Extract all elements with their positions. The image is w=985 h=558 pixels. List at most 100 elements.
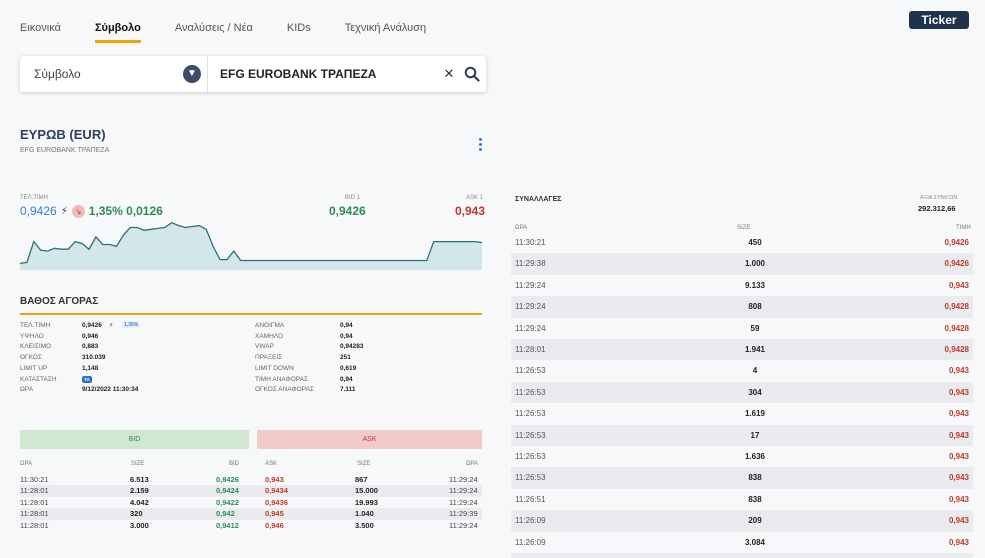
- orderbook-cell: 11:29:39: [449, 509, 478, 519]
- trades-column-header: SIZE: [737, 225, 751, 231]
- trade-time: 11:26:51: [515, 494, 546, 504]
- orderbook-cell: 0,9424: [216, 486, 239, 496]
- trade-size: 17: [750, 430, 760, 440]
- trade-price: 0,943: [948, 387, 969, 397]
- search-type-select[interactable]: Σύμβολο ▼: [20, 56, 208, 92]
- bid1-price: 0,9426: [329, 204, 366, 218]
- stat-value: 251: [340, 354, 351, 362]
- stat-label: VWAP: [255, 343, 274, 351]
- trades-title: ΣΥΝΑΛΛΑΓΕΣ: [515, 196, 562, 203]
- bolt-icon: ⚡: [60, 205, 68, 217]
- trend-down-icon: ↘: [71, 204, 85, 218]
- orderbook-cell: 0,9436: [265, 497, 288, 507]
- ask1-price: 0,943: [455, 204, 486, 218]
- stat-label: ΚΛΕΙΣΙΜΟ: [20, 343, 52, 351]
- orderbook-row: 11:28:01 2.159 0,9424 0,9434 15.000 11:29:24: [20, 485, 482, 497]
- stat-value: 0,9426: [82, 322, 102, 329]
- trade-price: 0,9426: [944, 238, 969, 247]
- ticker-button[interactable]: Ticker: [909, 11, 969, 29]
- orderbook-column-header: ΩΡΑ: [466, 461, 479, 467]
- trade-row: 11:26:53 304 0,943: [511, 381, 973, 404]
- stat-label: ΠΡΑΞΕΙΣ: [255, 354, 283, 362]
- stat-label: LIMIT UP: [20, 364, 48, 372]
- trade-price: 0,943: [948, 280, 969, 290]
- orderbook-cell: 4.042: [130, 497, 149, 507]
- trade-size: 3.084: [744, 537, 766, 547]
- trade-size: 1.619: [744, 409, 766, 419]
- trade-row: 11:30:21 450 0,9426: [511, 232, 973, 253]
- trades-column-header: ΩΡΑ: [515, 225, 528, 231]
- trade-price: 0,9426: [944, 259, 969, 269]
- tab-analyses-news[interactable]: Αναλύσεις / Νέα: [175, 22, 253, 43]
- chevron-down-icon[interactable]: ▼: [183, 65, 201, 83]
- trade-price: 0,9428: [944, 345, 969, 354]
- trade-size: 1.636: [744, 452, 766, 461]
- trade-size: 9.133: [744, 280, 766, 290]
- trade-time: 11:29:38: [515, 259, 546, 269]
- search-icon[interactable]: [458, 56, 486, 92]
- tab-symbol[interactable]: Σύμβολο: [94, 22, 141, 43]
- orderbook-row: 11:30:21 6.513 0,9426 0,943 867 11:29:24: [20, 474, 482, 486]
- trade-price: 0,9428: [944, 323, 969, 333]
- orderbook-cell: 0,9426: [216, 475, 239, 484]
- trade-size: 304: [748, 387, 762, 397]
- symbol-title: ΕΥΡΩΒ (EUR): [20, 127, 106, 142]
- trade-row: 11:29:24 59 0,9428: [511, 318, 973, 339]
- trade-size: 450: [748, 238, 762, 247]
- orderbook-cell: 11:29:24: [449, 475, 478, 484]
- trade-price: 0,943: [948, 452, 969, 461]
- orderbook-cell: 0,9434: [265, 486, 288, 496]
- trade-size: 808: [748, 302, 762, 312]
- orderbook-cell: 2.159: [130, 486, 149, 496]
- status-badge-text: TA: [82, 375, 92, 383]
- orderbook-cell: 11:30:21: [20, 475, 49, 484]
- stat-value: 0,94: [340, 375, 353, 383]
- stat-value: 7.111: [340, 386, 356, 394]
- trade-row: 11:28:01 1.941 0,9428: [511, 339, 973, 361]
- trade-size: 838: [748, 473, 762, 483]
- stat-label: ΥΨΗΛΟ: [20, 332, 44, 340]
- trade-size: 1.941: [744, 345, 766, 354]
- orderbook-cell: 15.000: [355, 486, 378, 496]
- trade-price: 0,943: [948, 473, 969, 483]
- orderbook-cell: 867: [355, 475, 368, 484]
- stat-label: ΤΙΜΗ ΑΝΑΦΟΡΑΣ: [255, 375, 308, 383]
- search-input[interactable]: EFG EUROBANK ΤΡΑΠΕΖΑ: [208, 67, 440, 81]
- orderbook-cell: 11:28:01: [20, 520, 49, 530]
- clear-icon[interactable]: ✕: [440, 66, 458, 82]
- ask1-label: ASK 1: [466, 195, 484, 201]
- bid1-label: BID 1: [345, 195, 361, 201]
- orderbook-cell: 1.040: [355, 509, 374, 519]
- trade-time: 11:29:24: [515, 302, 546, 312]
- orderbook-row: 11:28:01 3.000 0,9412 0,946 3.500 11:29:24: [20, 520, 482, 532]
- trade-time: 11:29:24: [515, 323, 546, 333]
- trade-size: 209: [748, 516, 762, 526]
- status-badge: TA: [82, 375, 92, 383]
- ask-header: ASK: [257, 430, 482, 449]
- tab-kids[interactable]: KIDs: [287, 22, 311, 43]
- tab-technical-analysis[interactable]: Τεχνική Ανάλυση: [345, 22, 426, 43]
- orderbook-row: 11:28:01 4.042 0,9422 0,9436 19.993 11:29:24: [20, 497, 482, 509]
- orderbook-cell: 0,9412: [216, 520, 239, 530]
- trade-row: 11:26:51 838 0,943: [511, 489, 973, 510]
- trade-price: 0,943: [948, 537, 969, 547]
- tab-eikonika[interactable]: Εικονικά: [20, 22, 61, 43]
- price-change: 1,35% 0,0126: [88, 204, 163, 218]
- orderbook-cell: 11:29:24: [449, 486, 478, 496]
- orderbook-cell: 0,943: [265, 475, 284, 484]
- top-tabs: Εικονικά Σύμβολο Αναλύσεις / Νέα KIDs Τε…: [20, 22, 426, 43]
- trade-row: 11:26:53 1.636 0,943: [511, 446, 973, 467]
- stat-label: ΑΝΟΙΓΜΑ: [255, 322, 285, 329]
- trade-row: 11:26:53 838 0,943: [511, 467, 973, 489]
- bid-header: BID: [20, 430, 249, 449]
- stat-label: ΚΑΤΑΣΤΑΣΗ: [20, 375, 57, 383]
- more-options-icon[interactable]: [476, 136, 484, 156]
- chart-area: [20, 222, 482, 270]
- trade-time: 11:28:01: [515, 345, 546, 354]
- orderbook-column-header: BID: [229, 461, 240, 467]
- orderbook-cell: 3.000: [130, 520, 149, 530]
- trade-time: 11:26:53: [515, 452, 546, 461]
- trade-price: 0,943: [948, 494, 969, 504]
- stat-value: 0,946: [82, 332, 99, 340]
- trade-row: 11:26:091.7070,943: [511, 553, 973, 558]
